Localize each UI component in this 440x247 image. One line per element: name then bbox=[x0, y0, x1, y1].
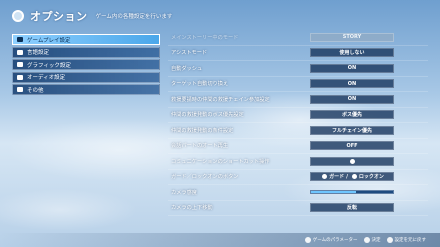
monitor-icon bbox=[17, 62, 23, 67]
controller-button-icon bbox=[351, 174, 357, 180]
setting-value[interactable]: 反転 bbox=[310, 203, 394, 213]
setting-value[interactable]: フルチェイン優先 bbox=[310, 125, 394, 135]
camera-sensitivity-slider[interactable] bbox=[310, 190, 394, 195]
setting-value[interactable]: ガード / ロックオン bbox=[310, 172, 394, 182]
setting-label: ガード／ロックオンのボタン bbox=[171, 174, 239, 181]
setting-row-communication-shortcut[interactable]: コミュニケーションのショートカット操作 bbox=[168, 154, 428, 170]
separator: / bbox=[346, 173, 348, 180]
setting-value[interactable]: ON bbox=[310, 94, 394, 104]
hint-label: 設定を元に戻す bbox=[394, 238, 427, 243]
setting-row-auto-target[interactable]: ターゲット自動切り換え ON bbox=[168, 77, 428, 92]
setting-row-camera-sensitivity[interactable]: カメラ感度 bbox=[168, 185, 428, 201]
hint-label: ゲームのパラメーター bbox=[312, 238, 358, 243]
setting-label: コミュニケーションのショートカット操作 bbox=[171, 158, 270, 165]
footer-hint[interactable]: ゲームのパラメーター bbox=[304, 237, 358, 243]
guard-label: ガード bbox=[329, 174, 345, 181]
speaker-icon bbox=[17, 74, 23, 80]
setting-label: 救援要請時の仲間の救援チェイン参加設定 bbox=[171, 96, 270, 103]
page-title: オプション bbox=[30, 10, 88, 23]
setting-label: 仲間の救援発動の条件設定 bbox=[171, 127, 234, 134]
setting-value[interactable]: ボス優先 bbox=[310, 110, 394, 120]
sidebar-item-label: オーディオ設定 bbox=[27, 75, 66, 81]
setting-value[interactable]: 使用しない bbox=[310, 48, 394, 58]
gamepad-icon bbox=[17, 37, 23, 42]
setting-label: カメラの上下移動 bbox=[171, 205, 213, 212]
setting-row-auto-dash[interactable]: 自動ダッシュ ON bbox=[168, 61, 428, 77]
setting-label: 自動ダッシュ bbox=[171, 65, 203, 72]
setting-value[interactable]: OFF bbox=[310, 141, 394, 151]
setting-label: 会話パートのオート再生 bbox=[171, 143, 229, 150]
setting-label: 仲間の救援発動のボス優先設定 bbox=[171, 112, 244, 119]
setting-value[interactable]: ON bbox=[310, 63, 394, 73]
setting-row-rescue-boss-priority[interactable]: 仲間の救援発動のボス優先設定 ボス優先 bbox=[168, 108, 428, 123]
sidebar-item-graphics[interactable]: グラフィック設定 bbox=[12, 59, 160, 70]
footer-hint[interactable]: 決定 bbox=[363, 237, 381, 243]
info-icon bbox=[17, 87, 23, 92]
setting-row-assist-mode[interactable]: アシストモード 使用しない bbox=[168, 46, 428, 61]
controller-button-icon bbox=[386, 237, 393, 243]
sidebar-item-gameplay[interactable]: ゲームプレイ設定 bbox=[12, 34, 160, 45]
page-subtitle: ゲーム内の各種設定を行います bbox=[95, 14, 173, 20]
setting-value[interactable] bbox=[310, 156, 394, 166]
setting-row-rescue-condition[interactable]: 仲間の救援発動の条件設定 フルチェイン優先 bbox=[168, 123, 428, 139]
sidebar-item-language[interactable]: 言語設定 bbox=[12, 46, 160, 58]
sidebar-item-label: グラフィック設定 bbox=[27, 62, 71, 69]
setting-label: アシストモード bbox=[171, 50, 208, 57]
setting-label: カメラ感度 bbox=[171, 189, 197, 196]
footer-hint[interactable]: 設定を元に戻す bbox=[386, 237, 427, 243]
sidebar-item-audio[interactable]: オーディオ設定 bbox=[12, 71, 160, 83]
gear-icon bbox=[12, 10, 24, 22]
sidebar-item-label: 言語設定 bbox=[27, 50, 50, 56]
controller-button-icon bbox=[322, 174, 328, 180]
controller-button-icon bbox=[349, 158, 355, 164]
settings-category-sidebar: ゲームプレイ設定 言語設定 グラフィック設定 オーディオ設定 その他 bbox=[12, 34, 160, 97]
footer-button-hints: ゲームのパラメーター 決定 設定を元に戻す bbox=[0, 233, 440, 247]
language-icon bbox=[17, 49, 23, 55]
sidebar-item-label: その他 bbox=[27, 87, 44, 94]
sidebar-item-label: ゲームプレイ設定 bbox=[27, 37, 71, 44]
setting-value[interactable]: ON bbox=[310, 79, 394, 89]
hint-label: 決定 bbox=[371, 238, 381, 243]
setting-label: メインストーリー中のモード bbox=[171, 34, 239, 41]
setting-row-auto-dialogue[interactable]: 会話パートのオート再生 OFF bbox=[168, 139, 428, 154]
slider-fill bbox=[311, 191, 357, 194]
controller-button-icon bbox=[363, 237, 370, 243]
lockon-label: ロックオン bbox=[358, 174, 384, 181]
page-header: オプション ゲーム内の各種設定を行います bbox=[0, 6, 440, 26]
settings-panel: メインストーリー中のモード STORY アシストモード 使用しない 自動ダッシュ… bbox=[168, 30, 428, 222]
setting-label: ターゲット自動切り換え bbox=[171, 81, 229, 88]
setting-row-camera-invert[interactable]: カメラの上下移動 反転 bbox=[168, 201, 428, 216]
sidebar-item-other[interactable]: その他 bbox=[12, 84, 160, 95]
setting-row-rescue-chain[interactable]: 救援要請時の仲間の救援チェイン参加設定 ON bbox=[168, 92, 428, 108]
controller-button-icon bbox=[304, 237, 311, 243]
setting-row-story-mode[interactable]: メインストーリー中のモード STORY bbox=[168, 30, 428, 46]
setting-row-guard-lockon[interactable]: ガード／ロックオンのボタン ガード / ロックオン bbox=[168, 170, 428, 185]
setting-value: STORY bbox=[310, 32, 394, 42]
